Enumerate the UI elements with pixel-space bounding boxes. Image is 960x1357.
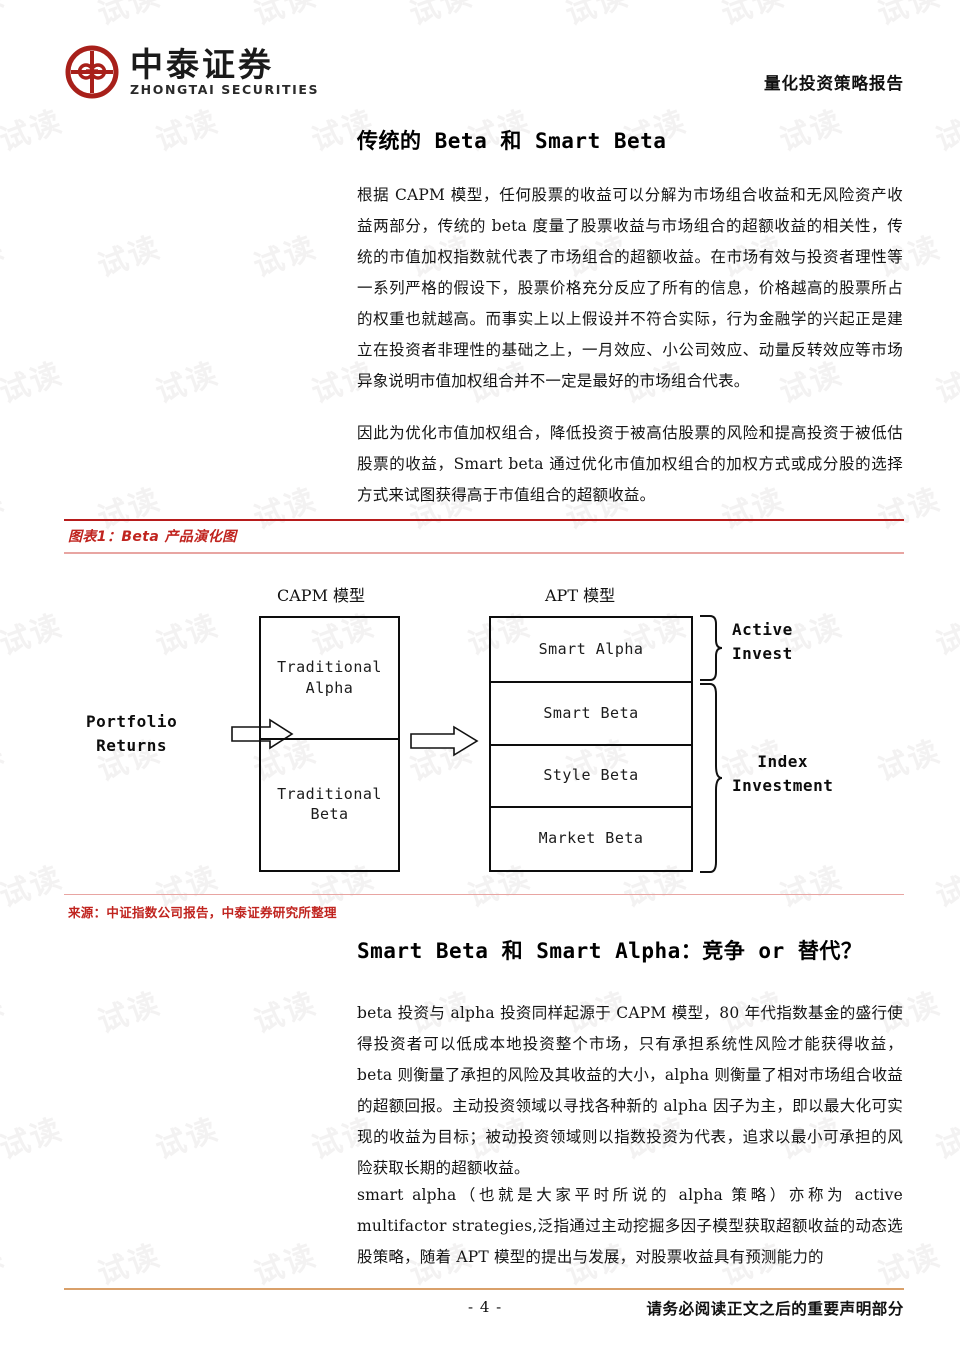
- diagram-input-label: Portfolio Returns: [86, 710, 177, 758]
- figure-1: 图表1：Beta 产品演化图 CAPM 模型 APT 模型 Portfolio …: [64, 519, 904, 921]
- footer-row: - 4 - 请务必阅读正文之后的重要声明部分: [64, 1290, 904, 1324]
- group-label-index-line1: Index: [757, 751, 808, 771]
- apt-cell-smart-beta-label: Smart Beta: [543, 703, 639, 722]
- apt-stack: Smart Alpha Smart Beta Style Beta Market…: [489, 615, 693, 872]
- diagram-label-apt: APT 模型: [545, 585, 616, 605]
- apt-cell-market-beta-label: Market Beta: [538, 828, 644, 847]
- capm-stack: Traditional Alpha Traditional Beta: [259, 615, 400, 872]
- brace-active-invest: [700, 614, 723, 681]
- apt-cell-style-beta-label: Style Beta: [543, 766, 639, 785]
- figure-diagram: CAPM 模型 APT 模型 Portfolio Returns Traditi…: [64, 554, 904, 894]
- apt-cell-style-beta: Style Beta: [491, 743, 691, 806]
- diagram-input-label-line2: Returns: [96, 735, 168, 755]
- apt-cell-smart-alpha-label: Smart Alpha: [538, 639, 644, 658]
- group-label-index-investment: Index Investment: [732, 750, 833, 800]
- figure-caption: 图表1：Beta 产品演化图: [68, 529, 237, 545]
- section-2-paragraph-1: beta 投资与 alpha 投资同样起源于 CAPM 模型，80 年代指数基金…: [357, 1004, 903, 1177]
- section-1-paragraph-2: 因此为优化市值加权组合，降低投资于被高估股票的风险和提高投资于被低估股票的收益，…: [357, 424, 903, 504]
- document-footer: - 4 - 请务必阅读正文之后的重要声明部分: [64, 1288, 904, 1324]
- footer-disclaimer-notice: 请务必阅读正文之后的重要声明部分: [646, 1298, 904, 1318]
- company-logo: 中泰证券 ZHONGTAI SECURITIES: [64, 44, 319, 100]
- report-type-label: 量化投资策略报告: [764, 74, 904, 93]
- capm-cell-traditional-alpha-label: Traditional Alpha: [277, 658, 382, 697]
- diagram-label-capm: CAPM 模型: [277, 585, 366, 605]
- section-2-paragraph-2: smart alpha（也就是大家平时所说的 alpha 策略）亦称为 acti…: [357, 1186, 903, 1266]
- section-1-paragraph-1: 根据 CAPM 模型，任何股票的收益可以分解为市场组合收益和无风险资产收益两部分…: [357, 186, 903, 390]
- group-label-index-line2: Investment: [732, 776, 834, 796]
- group-label-active-line1: Active: [732, 619, 793, 639]
- logo-text-en: ZHONGTAI SECURITIES: [130, 81, 320, 97]
- logo-text-cn: 中泰证券: [130, 44, 274, 84]
- page-number: - 4 -: [468, 1297, 503, 1316]
- section-heading-2: Smart Beta 和 Smart Alpha：竞争 or 替代？: [357, 939, 863, 963]
- apt-cell-smart-beta: Smart Beta: [491, 680, 691, 744]
- figure-source: 来源：中证指数公司报告，中泰证券研究所整理: [68, 905, 337, 920]
- capm-cell-traditional-beta: Traditional Beta: [261, 737, 398, 869]
- document-page: 中泰证券 ZHONGTAI SECURITIES 量化投资策略报告 传统的 Be…: [0, 0, 960, 1357]
- group-label-active-line2: Invest: [732, 644, 793, 664]
- section-heading-1: 传统的 Beta 和 Smart Beta: [357, 129, 667, 153]
- document-header: 中泰证券 ZHONGTAI SECURITIES 量化投资策略报告: [64, 44, 904, 114]
- apt-cell-market-beta: Market Beta: [491, 805, 691, 869]
- capm-cell-traditional-beta-label: Traditional Beta: [277, 784, 382, 823]
- brace-index-investment: [700, 682, 723, 873]
- diagram-input-label-line1: Portfolio: [86, 711, 178, 731]
- logo-wordmark: 中泰证券 ZHONGTAI SECURITIES: [130, 48, 319, 97]
- apt-cell-smart-alpha: Smart Alpha: [491, 618, 691, 681]
- capm-cell-traditional-alpha: Traditional Alpha: [261, 618, 398, 738]
- zhongtai-logo-icon: [64, 44, 120, 100]
- flow-arrow-2: [410, 725, 479, 756]
- group-label-active-invest: Active Invest: [732, 618, 793, 668]
